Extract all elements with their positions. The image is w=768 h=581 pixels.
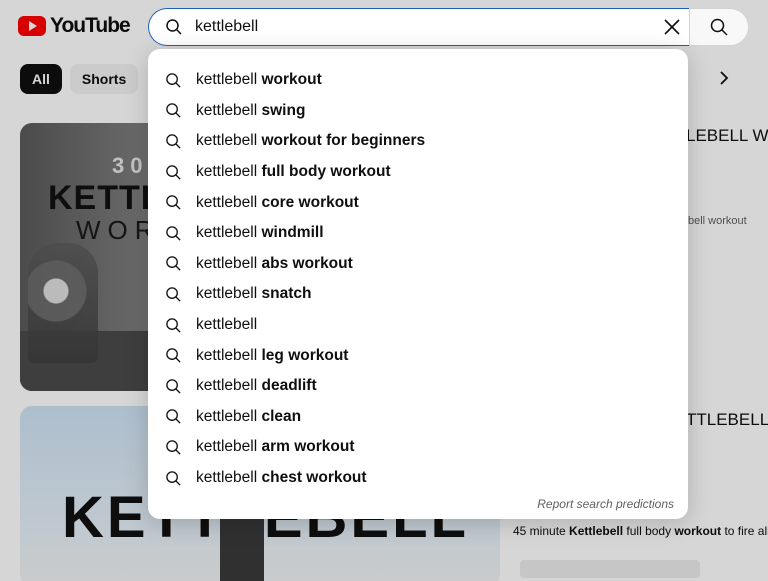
suggestion-text: kettlebell deadlift xyxy=(196,377,317,395)
suggestion-text: kettlebell leg workout xyxy=(196,347,348,365)
search-icon xyxy=(164,347,182,365)
suggestion-text: kettlebell full body workout xyxy=(196,163,391,181)
suggestion-text: kettlebell arm workout xyxy=(196,438,355,456)
search-suggestion[interactable]: kettlebell core workout xyxy=(148,187,688,218)
suggestion-text: kettlebell clean xyxy=(196,408,301,426)
search-suggestion[interactable]: kettlebell arm workout xyxy=(148,432,688,463)
suggestion-completion: leg workout xyxy=(257,346,349,364)
close-icon xyxy=(664,19,680,35)
suggestion-completion: core workout xyxy=(257,193,359,211)
suggestion-completion: workout for beginners xyxy=(257,132,426,150)
suggestion-completion: deadlift xyxy=(257,377,317,395)
search-suggestion[interactable]: kettlebell workout xyxy=(148,65,688,96)
suggestion-prefix: kettlebell xyxy=(196,346,258,364)
search-icon xyxy=(164,163,182,181)
search-icon xyxy=(164,285,182,303)
suggestion-text: kettlebell workout xyxy=(196,71,322,89)
suggestion-text: kettlebell abs workout xyxy=(196,255,353,273)
suggestion-completion: abs workout xyxy=(257,254,353,272)
suggestion-prefix: kettlebell xyxy=(196,316,258,334)
suggestion-text: kettlebell xyxy=(196,316,257,334)
search-icon xyxy=(164,408,182,426)
search-suggestion[interactable]: kettlebell windmill xyxy=(148,218,688,249)
search-box[interactable] xyxy=(148,8,690,46)
suggestion-completion: arm workout xyxy=(257,438,355,456)
search-suggestion[interactable]: kettlebell chest workout xyxy=(148,463,688,494)
suggestion-prefix: kettlebell xyxy=(196,377,258,395)
search-suggestion[interactable]: kettlebell workout for beginners xyxy=(148,126,688,157)
suggestion-prefix: kettlebell xyxy=(196,71,258,89)
search-suggestion[interactable]: kettlebell leg workout xyxy=(148,340,688,371)
search-icon xyxy=(164,194,182,212)
suggestion-prefix: kettlebell xyxy=(196,438,258,456)
suggestion-prefix: kettlebell xyxy=(196,469,258,487)
suggestion-completion: snatch xyxy=(257,285,312,303)
suggestion-text: kettlebell windmill xyxy=(196,224,324,242)
search-icon xyxy=(164,224,182,242)
search-icon xyxy=(165,18,183,41)
suggestion-prefix: kettlebell xyxy=(196,101,258,119)
search-icon xyxy=(164,469,182,487)
search-suggestions-dropdown: kettlebell workout kettlebell swing kettle… xyxy=(148,49,688,519)
suggestion-text: kettlebell core workout xyxy=(196,194,359,212)
suggestion-text: kettlebell workout for beginners xyxy=(196,132,425,150)
search-icon xyxy=(164,71,182,89)
suggestion-completion: chest workout xyxy=(257,469,367,487)
search-icon xyxy=(164,438,182,456)
suggestion-prefix: kettlebell xyxy=(196,285,258,303)
search-suggestion[interactable]: kettlebell clean xyxy=(148,402,688,433)
search-icon xyxy=(164,102,182,120)
search-suggestion[interactable]: kettlebell xyxy=(148,310,688,341)
suggestion-text: kettlebell chest workout xyxy=(196,469,367,487)
search-suggestion[interactable]: kettlebell abs workout xyxy=(148,249,688,280)
suggestion-prefix: kettlebell xyxy=(196,163,258,181)
search-icon xyxy=(164,255,182,273)
suggestion-prefix: kettlebell xyxy=(196,224,258,242)
clear-search-button[interactable] xyxy=(658,13,686,41)
suggestion-completion: windmill xyxy=(257,224,324,242)
suggestion-prefix: kettlebell xyxy=(196,193,258,211)
search-icon xyxy=(164,316,182,334)
suggestion-prefix: kettlebell xyxy=(196,407,258,425)
search-suggestion[interactable]: kettlebell snatch xyxy=(148,279,688,310)
search-suggestion[interactable]: kettlebell deadlift xyxy=(148,371,688,402)
suggestion-completion: swing xyxy=(257,101,306,119)
suggestion-prefix: kettlebell xyxy=(196,254,258,272)
suggestion-completion: workout xyxy=(257,71,322,89)
suggestion-completion: full body workout xyxy=(257,163,391,181)
search-button[interactable] xyxy=(689,8,749,46)
search-input[interactable] xyxy=(195,16,635,38)
search-icon xyxy=(164,377,182,395)
suggestion-prefix: kettlebell xyxy=(196,132,258,150)
report-search-predictions-link[interactable]: Report search predictions xyxy=(537,497,674,511)
suggestion-text: kettlebell snatch xyxy=(196,285,311,303)
search-suggestion[interactable]: kettlebell full body workout xyxy=(148,157,688,188)
search-icon xyxy=(164,132,182,150)
suggestion-completion: clean xyxy=(257,407,302,425)
search-icon xyxy=(710,18,728,36)
search-suggestion[interactable]: kettlebell swing xyxy=(148,96,688,127)
suggestion-text: kettlebell swing xyxy=(196,102,305,120)
